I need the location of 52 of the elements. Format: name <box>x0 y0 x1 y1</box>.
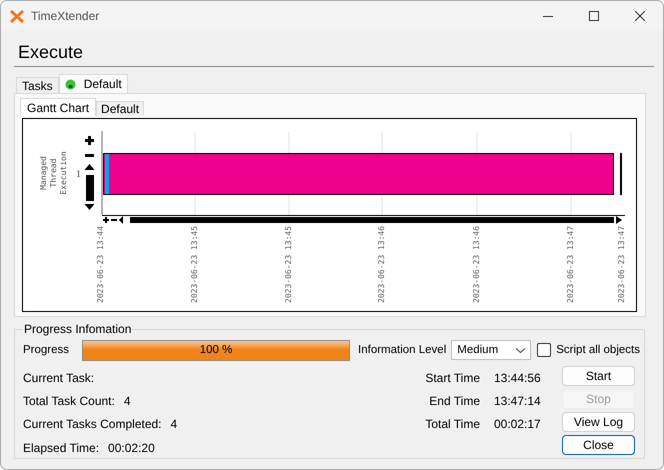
left-arrow-icon[interactable] <box>119 216 123 224</box>
stat-label: Current Task: <box>23 370 94 385</box>
stat-label: Elapsed Time: <box>23 440 100 455</box>
page-heading: Execute <box>18 41 84 63</box>
time-label: 2023-06-23 13:47 <box>566 226 576 303</box>
scrollbar-thumb[interactable] <box>86 175 94 201</box>
tab[interactable]: Gantt Chart <box>20 98 96 116</box>
stat-value: 4 <box>170 417 178 432</box>
progress-reading: 100 % <box>198 344 234 356</box>
action-button[interactable]: View Log <box>562 412 635 432</box>
stat-value: 4 <box>124 394 131 408</box>
right-arrow-icon[interactable] <box>616 216 622 224</box>
time-label: Start Time <box>425 370 480 385</box>
time-value: 13:47:14 <box>494 394 542 408</box>
checkbox[interactable] <box>537 343 552 357</box>
stat-value: 00:02:20 <box>108 440 155 455</box>
row-label: 1 <box>76 169 81 180</box>
dropdown[interactable]: Medium <box>451 340 532 360</box>
tab[interactable]: Tasks <box>16 77 59 93</box>
plus-icon[interactable] <box>85 136 94 145</box>
time-value: 13:44:56 <box>494 370 542 385</box>
time-label: 2023-06-23 13:46 <box>472 226 482 303</box>
maximize-icon <box>589 11 599 21</box>
time-label: 2023-06-23 13:45 <box>284 226 294 303</box>
time-label: End Time <box>428 394 480 408</box>
tab[interactable]: Default <box>58 74 128 93</box>
status-icon <box>64 78 76 90</box>
action-button[interactable]: Start <box>562 366 635 386</box>
time-label: 2023-06-23 13:45 <box>190 226 200 303</box>
scrollbar-thumb[interactable] <box>130 217 614 223</box>
plus-icon[interactable] <box>103 217 109 223</box>
time-value: 00:02:17 <box>494 417 542 432</box>
up-arrow-icon[interactable] <box>84 164 94 170</box>
window-title: TimeXtender <box>31 9 100 23</box>
close-icon <box>635 11 645 21</box>
time-label: Total Time <box>425 417 480 432</box>
tab[interactable]: Default <box>96 101 144 116</box>
marker-line <box>620 153 622 195</box>
stat-label: Total Task Count: <box>23 394 115 408</box>
time-label: 2023-06-23 13:46 <box>377 226 387 303</box>
checkbox-label: Script all objects <box>556 344 640 356</box>
caret-icon <box>516 348 526 352</box>
stat-label: Current Tasks Completed: <box>23 417 162 432</box>
time-label: 2023-06-23 13:44 <box>96 226 106 303</box>
field-label: Information Level <box>358 344 446 356</box>
axis-title: Managed Thread Execution <box>39 150 69 196</box>
group-title: Progress Infomation <box>23 322 132 336</box>
progress-label: Progress <box>23 344 70 356</box>
down-arrow-icon[interactable] <box>84 204 94 210</box>
time-label: 2023-06-23 13:47 <box>617 226 627 303</box>
action-button[interactable]: Close <box>562 435 635 455</box>
logo-icon <box>10 10 24 22</box>
